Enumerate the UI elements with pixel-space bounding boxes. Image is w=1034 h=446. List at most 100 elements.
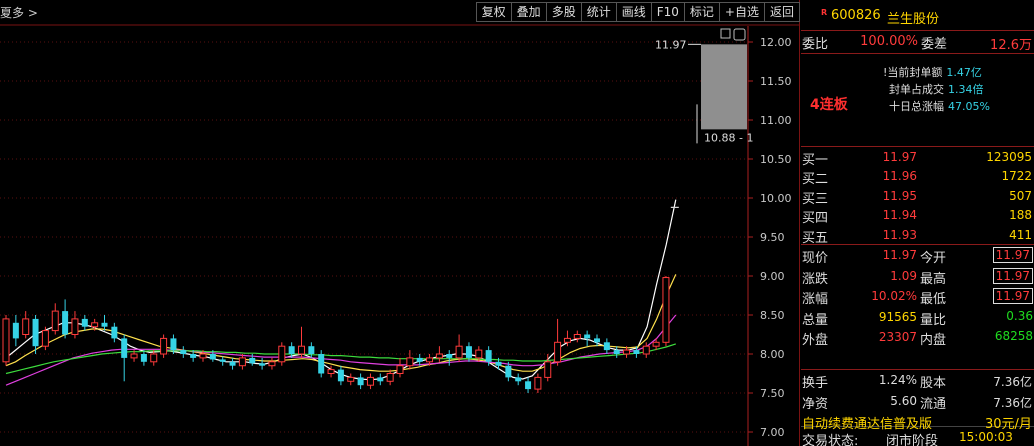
candle[interactable]	[199, 353, 207, 359]
candle[interactable]	[62, 311, 69, 335]
candle[interactable]	[190, 354, 197, 358]
candle[interactable]	[525, 381, 532, 390]
bid-row[interactable]: 买四 11.94 188	[801, 205, 1034, 226]
ten-day-gain-line: 十日总涨幅 47.05%	[889, 100, 990, 113]
candle[interactable]	[544, 361, 552, 378]
candle[interactable]	[446, 354, 453, 358]
bid-volume: 123095	[986, 150, 1032, 164]
candle[interactable]	[327, 369, 335, 375]
candle[interactable]	[347, 376, 355, 382]
candle[interactable]	[318, 354, 325, 374]
candle[interactable]	[278, 345, 286, 363]
candle[interactable]	[308, 346, 315, 354]
candle[interactable]	[377, 377, 384, 382]
bid-price: 11.95	[882, 188, 917, 203]
candle[interactable]	[485, 350, 492, 362]
candle[interactable]	[662, 277, 670, 343]
candle[interactable]	[180, 350, 187, 354]
candle[interactable]	[41, 330, 49, 347]
candle[interactable]	[495, 361, 502, 366]
candle[interactable]	[465, 346, 472, 358]
candle[interactable]	[613, 350, 620, 354]
candle[interactable]	[150, 353, 158, 363]
candle[interactable]	[554, 341, 562, 363]
candle[interactable]	[32, 318, 39, 347]
toolbar-button-2[interactable]: 多股	[545, 2, 582, 22]
toolbar-button-3[interactable]: 统计	[580, 2, 617, 22]
candle[interactable]	[22, 318, 30, 335]
candle[interactable]	[455, 345, 463, 359]
candle[interactable]	[160, 337, 168, 355]
lianban-badge: 4连板	[810, 97, 848, 113]
candle[interactable]	[101, 322, 108, 327]
bid-row[interactable]: 买三 11.95 507	[801, 186, 1034, 207]
candle[interactable]	[573, 334, 581, 339]
candle[interactable]	[140, 354, 147, 362]
quote-row: 总量 91565 量比 0.36	[801, 307, 1034, 328]
candle[interactable]	[249, 357, 256, 364]
candle[interactable]	[170, 338, 177, 351]
candle[interactable]	[652, 341, 660, 347]
minimize-icon[interactable]	[720, 28, 731, 39]
candle[interactable]	[71, 318, 79, 335]
toolbar-button-0[interactable]: 复权	[475, 2, 512, 22]
candle[interactable]	[91, 322, 99, 328]
candle[interactable]	[288, 346, 295, 354]
candle[interactable]	[130, 353, 138, 359]
candle[interactable]	[121, 338, 128, 358]
candle[interactable]	[366, 376, 374, 386]
candle[interactable]	[475, 349, 483, 359]
candle[interactable]	[416, 357, 423, 362]
toolbar-button-4[interactable]: 画线	[615, 2, 652, 22]
candle[interactable]	[238, 357, 246, 367]
kline-chart-area[interactable]: 12.00 11.50 11.00 10.50 10.00 9.50 9.00 8.50 8.0…	[0, 0, 800, 446]
y-tick-label: 10.50	[760, 153, 792, 166]
candle[interactable]	[111, 326, 118, 339]
quote-row: 涨跌 1.09 最高 11.97	[801, 266, 1034, 287]
candle[interactable]	[81, 318, 88, 327]
candle[interactable]	[51, 310, 59, 332]
candle[interactable]	[603, 342, 610, 351]
candle[interactable]	[623, 349, 631, 355]
stock-history-label[interactable]: 夏多 >	[0, 4, 38, 21]
candle[interactable]	[396, 365, 404, 375]
candle[interactable]	[209, 354, 216, 360]
candle[interactable]	[406, 357, 414, 367]
candle[interactable]	[337, 369, 344, 382]
candle[interactable]	[435, 353, 443, 359]
toolbar-button-6[interactable]: 标记	[683, 2, 720, 22]
stock-name[interactable]: 兰生股份	[887, 8, 939, 27]
candle[interactable]	[642, 345, 650, 355]
quote-label-left: 外盘	[802, 333, 829, 348]
candle[interactable]	[584, 334, 591, 339]
quote-label-right: 内盘	[920, 333, 947, 348]
candle[interactable]	[229, 361, 236, 366]
bid-row[interactable]: 买一 11.97 123095	[801, 147, 1034, 168]
toolbar-button-1[interactable]: 叠加	[510, 2, 547, 22]
toolbar-button-7[interactable]: +自选	[718, 2, 765, 22]
seal-info-block: 4连板 !当前封单额 1.47亿 封单占成交 1.34倍 十日总涨幅 47.05%	[801, 54, 1034, 146]
stat-row: 换手 1.24% 股本 7.36亿	[801, 370, 1034, 391]
candle[interactable]	[219, 359, 226, 362]
candle[interactable]	[633, 350, 640, 354]
candle[interactable]	[268, 361, 276, 367]
candle[interactable]	[386, 373, 394, 382]
restore-icon[interactable]	[733, 28, 746, 41]
candle[interactable]	[534, 376, 542, 390]
toolbar-button-8[interactable]: 返回	[763, 2, 800, 22]
candle[interactable]	[505, 365, 512, 378]
candle[interactable]	[426, 357, 434, 363]
candle[interactable]	[259, 363, 266, 366]
candle[interactable]	[594, 338, 600, 343]
candle[interactable]	[563, 337, 571, 343]
kline-chart[interactable]: 12.00 11.50 11.00 10.50 10.00 9.50 9.00 8.50 8.0…	[0, 0, 800, 446]
weicha-label: 委差	[921, 37, 948, 52]
candle[interactable]	[515, 377, 522, 382]
candle[interactable]	[12, 322, 19, 339]
candle[interactable]	[298, 345, 305, 355]
candle[interactable]	[2, 318, 10, 363]
bid-row[interactable]: 买二 11.96 1722	[801, 166, 1034, 187]
toolbar-button-5[interactable]: F10	[650, 2, 685, 22]
candle[interactable]	[357, 377, 364, 386]
bid-row[interactable]: 买五 11.93 411	[801, 225, 1034, 246]
